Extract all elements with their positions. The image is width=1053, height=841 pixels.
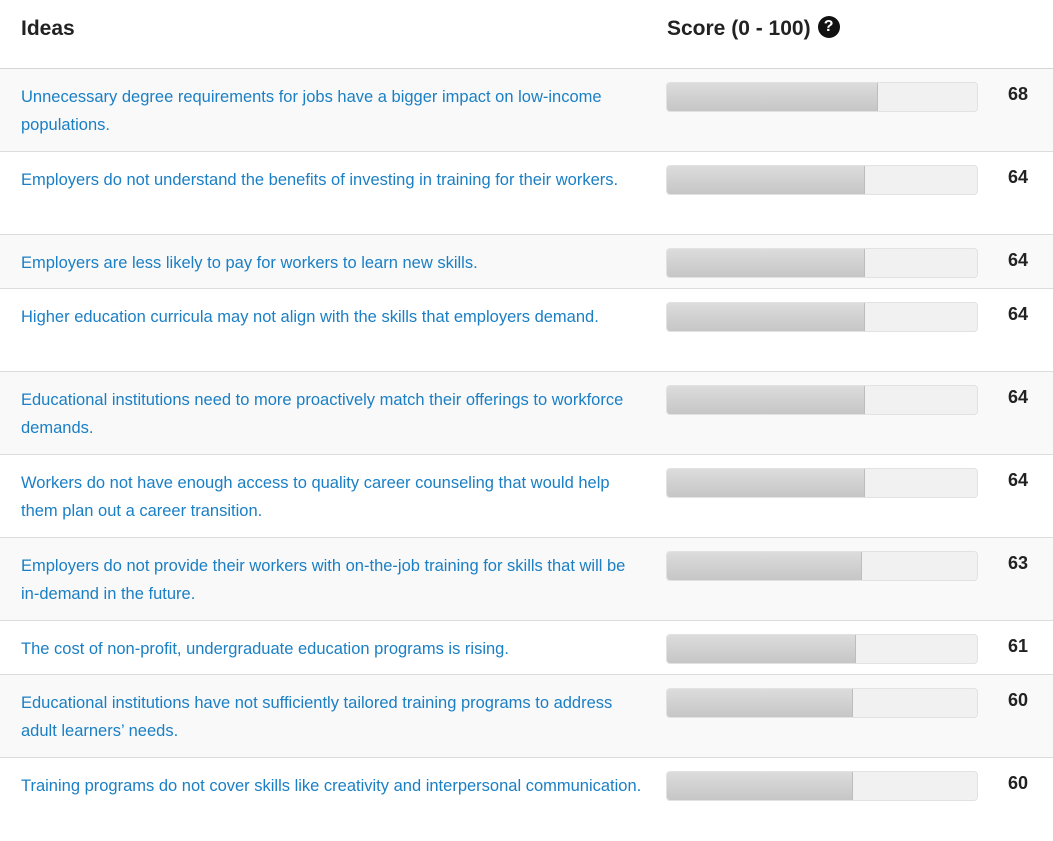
score-bar-track (666, 248, 978, 278)
score-bar-track (666, 771, 978, 801)
score-bar-track (666, 302, 978, 332)
idea-link[interactable]: The cost of non-profit, undergraduate ed… (21, 635, 646, 663)
score-bar-fill (667, 249, 866, 277)
score-bar-track (666, 468, 978, 498)
ideas-column-header: Ideas (21, 17, 75, 40)
score-value: 64 (1007, 167, 1028, 187)
idea-row: Higher education curricula may not align… (0, 289, 1053, 372)
score-value: 60 (1007, 690, 1028, 710)
ideas-list: Unnecessary degree requirements for jobs… (0, 69, 1053, 841)
score-bar-fill (667, 386, 866, 414)
idea-link[interactable]: Educational institutions need to more pr… (21, 386, 646, 442)
score-bar-track (666, 385, 978, 415)
score-column-label: Score (0 - 100) (667, 17, 811, 40)
idea-link[interactable]: Employers do not provide their workers w… (21, 552, 646, 608)
idea-row: Workers do not have enough access to qua… (0, 455, 1053, 538)
table-header: Ideas Score (0 - 100) ? (0, 0, 1053, 69)
idea-row: Educational institutions have not suffic… (0, 675, 1053, 758)
idea-link[interactable]: Employers do not understand the benefits… (21, 166, 646, 194)
score-bar-fill (667, 552, 863, 580)
score-value: 60 (1007, 773, 1028, 793)
idea-row: Employers do not understand the benefits… (0, 152, 1053, 235)
score-bar-track (666, 688, 978, 718)
idea-link[interactable]: Workers do not have enough access to qua… (21, 469, 646, 525)
idea-link[interactable]: Training programs do not cover skills li… (21, 772, 646, 800)
score-column-header: Score (0 - 100) ? (667, 16, 840, 41)
score-value: 68 (1007, 84, 1028, 104)
score-bar-fill (667, 83, 878, 111)
question-circle-icon[interactable]: ? (817, 16, 840, 38)
score-bar-track (666, 82, 978, 112)
score-value: 64 (1007, 250, 1028, 270)
score-bar-fill (667, 635, 857, 663)
idea-row: Educational institutions need to more pr… (0, 372, 1053, 455)
idea-row: Employers are less likely to pay for wor… (0, 235, 1053, 289)
idea-row: The cost of non-profit, undergraduate ed… (0, 621, 1053, 675)
score-value: 63 (1007, 553, 1028, 573)
score-bar-track (666, 165, 978, 195)
score-value: 64 (1007, 304, 1028, 324)
score-value: 61 (1007, 636, 1028, 656)
score-bar-fill (667, 772, 853, 800)
idea-row: Training programs do not cover skills li… (0, 758, 1053, 841)
score-bar-fill (667, 166, 866, 194)
idea-link[interactable]: Higher education curricula may not align… (21, 303, 646, 331)
idea-link[interactable]: Employers are less likely to pay for wor… (21, 249, 646, 277)
score-bar-fill (667, 469, 866, 497)
score-bar-track (666, 634, 978, 664)
score-value: 64 (1007, 470, 1028, 490)
score-bar-fill (667, 689, 853, 717)
score-bar-fill (667, 303, 866, 331)
idea-row: Employers do not provide their workers w… (0, 538, 1053, 621)
idea-link[interactable]: Unnecessary degree requirements for jobs… (21, 83, 646, 139)
score-bar-track (666, 551, 978, 581)
idea-row: Unnecessary degree requirements for jobs… (0, 69, 1053, 152)
score-value: 64 (1007, 387, 1028, 407)
idea-link[interactable]: Educational institutions have not suffic… (21, 689, 646, 745)
